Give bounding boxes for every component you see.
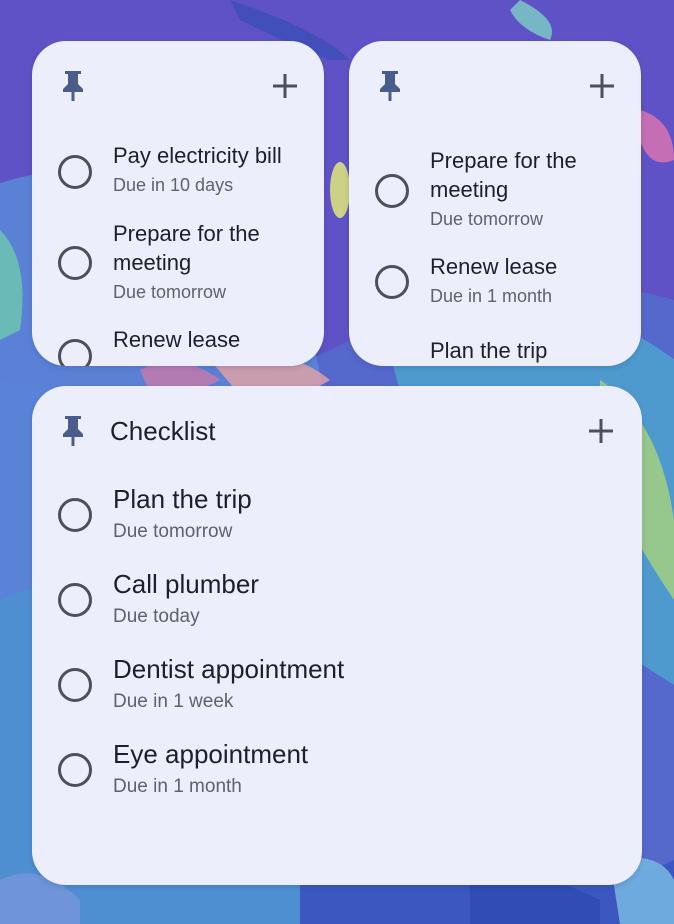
task-widget-small-right[interactable]: Prepare for the meeting Due tomorrow Ren… bbox=[349, 41, 641, 366]
checkbox-circle[interactable] bbox=[58, 753, 92, 787]
task-name: Plan the trip bbox=[113, 484, 252, 514]
checkbox-circle[interactable] bbox=[375, 174, 409, 208]
task-due: Due in 1 month bbox=[113, 776, 242, 797]
checkbox-circle[interactable] bbox=[58, 498, 92, 532]
checkbox-circle[interactable] bbox=[375, 265, 409, 299]
checkbox-circle[interactable] bbox=[58, 668, 92, 702]
task-name: Prepare for the meeting bbox=[113, 221, 260, 275]
pin-icon[interactable] bbox=[60, 69, 86, 103]
task-name: Pay electricity bill bbox=[113, 143, 282, 168]
task-due: Due in 1 month bbox=[430, 286, 553, 306]
task-widget-small-left[interactable]: Pay electricity bill Due in 10 days Prep… bbox=[32, 41, 324, 366]
plus-icon[interactable] bbox=[588, 418, 614, 444]
pin-icon[interactable] bbox=[377, 69, 403, 103]
plus-icon[interactable] bbox=[589, 73, 615, 99]
task-name: Eye appointment bbox=[113, 739, 309, 769]
checkbox-circle[interactable] bbox=[58, 583, 92, 617]
task-due: Due in 10 days bbox=[113, 175, 234, 195]
task-due: Due tomorrow bbox=[430, 209, 544, 229]
plus-icon[interactable] bbox=[272, 73, 298, 99]
task-name: Plan the trip bbox=[430, 338, 548, 363]
checkbox-circle[interactable] bbox=[58, 155, 92, 189]
task-name: Prepare for the meeting bbox=[430, 148, 577, 202]
task-due: Due in 1 week bbox=[113, 691, 234, 712]
task-due: Due today bbox=[113, 606, 200, 627]
task-name: Renew lease bbox=[430, 254, 558, 279]
checkbox-circle[interactable] bbox=[58, 246, 92, 280]
task-due: Due tomorrow bbox=[113, 521, 233, 542]
widget-title[interactable]: Checklist bbox=[110, 416, 215, 447]
checkbox-circle[interactable] bbox=[58, 339, 92, 366]
task-name: Dentist appointment bbox=[113, 654, 345, 684]
checklist-widget[interactable]: Checklist Plan the trip Due tomorrow Cal… bbox=[32, 386, 642, 885]
task-name: Renew lease bbox=[113, 327, 241, 352]
task-due: Due tomorrow bbox=[113, 282, 227, 302]
task-name: Call plumber bbox=[113, 569, 259, 599]
pin-icon[interactable] bbox=[60, 414, 86, 448]
